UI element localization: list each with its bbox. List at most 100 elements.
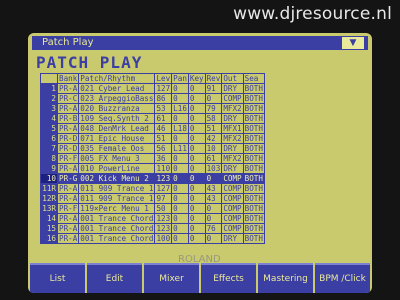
col-header-out: Out [221,73,244,84]
cell-patch: 001 Trance Chord [78,233,156,244]
table-row[interactable]: 5 PR-A 048 DenMrk Lead 46 L18 0 51 MFX1 BOTH [40,123,265,134]
table-row[interactable]: 15 PR-A 001 Trance Chord 123 0 0 76 COMP BOTH [40,223,265,234]
cell-key: 0 [187,223,206,234]
cell-pan: 0 [171,113,189,124]
cell-rev: 76 [204,223,223,234]
edit-button[interactable]: Edit [87,263,142,293]
table-row[interactable]: 13R PR-F 119×Perc Menu 1 50 0 0 0 COMP BOTH [40,203,265,214]
cell-rev: 0 [204,93,223,104]
cell-sea: BOTH [242,163,265,174]
table-row[interactable]: 14 PR-A 001 Trance Chord 123 0 0 0 COMP BOTH [40,213,265,224]
cell-bank: PR-A [56,183,80,194]
cell-rev: 91 [204,83,223,94]
cell-bank: PR-C [56,93,80,104]
function-button-bar: List Edit Mixer Effects Mastering BPM /C… [28,263,372,293]
cell-sea: BOTH [242,193,265,204]
cell-sea: BOTH [242,183,265,194]
cell-rev: 51 [204,123,223,134]
cell-key: 0 [187,143,206,154]
cell-key: 0 [187,173,206,184]
cell-pan: L18 [171,123,189,134]
cell-num: 4 [40,113,58,124]
window-titlebar: Patch Play ▼ [32,36,368,50]
cell-bank: PR-A [56,83,80,94]
cell-out: COMP [221,193,244,204]
cell-sea: BOTH [242,123,265,134]
cell-num: 6 [40,133,58,144]
col-header-lev: Lev [154,73,173,84]
col-header-num [40,73,58,84]
table-row[interactable]: 2 PR-C 023 ArpeggioBass 86 0 0 0 COMP BOTH [40,93,265,104]
table-row[interactable]: 1 PR-A 021 Cyber Lead 127 0 0 91 DRY BOTH [40,83,265,94]
cell-bank: PR-F [56,203,80,214]
cell-lev: 97 [154,193,173,204]
cell-bank: PR-D [56,133,80,144]
cell-key: 0 [187,233,206,244]
mixer-button[interactable]: Mixer [144,263,199,293]
table-row[interactable]: 12R PR-A 011 909 Trance 1 97 0 0 43 COMP BOTH [40,193,265,204]
cell-rev: 58 [204,113,223,124]
cell-pan: 0 [171,213,189,224]
table-row[interactable]: 8 PR-F 005 FX Menu 3 36 0 0 61 MFX2 BOTH [40,153,265,164]
cell-pan: 0 [171,163,189,174]
effects-button[interactable]: Effects [201,263,256,293]
cell-lev: 86 [154,93,173,104]
cell-bank: PR-A [56,213,80,224]
table-row[interactable]: 10 PR-G 002 Kick Menu 2 123 0 0 0 COMP BOTH [40,173,265,184]
col-header-sea: Sea [242,73,265,84]
table-row[interactable]: 7 PR-D 035 Female Oos 56 L11 0 10 DRY BOTH [40,143,265,154]
cell-sea: BOTH [242,143,265,154]
cell-pan: 0 [171,233,189,244]
cell-sea: BOTH [242,103,265,114]
cell-sea: BOTH [242,233,265,244]
cell-lev: 61 [154,113,173,124]
cell-key: 0 [187,163,206,174]
list-button[interactable]: List [30,263,85,293]
cell-num: 16 [40,233,58,244]
bpm-click-button[interactable]: BPM /Click [315,263,370,293]
cell-rev: 79 [204,103,223,114]
cell-bank: PR-A [56,193,80,204]
cell-out: COMP [221,223,244,234]
cell-sea: BOTH [242,153,265,164]
cell-rev: 0 [204,233,223,244]
chevron-down-icon[interactable]: ▼ [342,37,364,49]
cell-num: 2 [40,93,58,104]
cell-lev: 51 [154,133,173,144]
cell-sea: BOTH [242,213,265,224]
cell-key: 0 [187,83,206,94]
patch-table: Bank Patch/Rhythm Lev Pan Key Rev Out Se… [40,73,265,244]
table-row[interactable]: 3 PR-A 020 Buzzranza 53 L16 0 79 MFX2 BOTH [40,103,265,114]
table-row[interactable]: 11R PR-A 011 909 Trance 1 127 0 0 43 COMP BOTH [40,183,265,194]
cell-patch: 109 Seq.Synth 2 [78,113,156,124]
table-row[interactable]: 4 PR-B 109 Seq.Synth 2 61 0 0 58 DRY BOTH [40,113,265,124]
window-title: Patch Play [42,37,94,48]
cell-patch: 002 Kick Menu 2 [78,173,156,184]
mastering-button[interactable]: Mastering [258,263,313,293]
cell-out: DRY [221,233,244,244]
cell-patch: 023 ArpeggioBass [78,93,156,104]
table-row[interactable]: 9 PR-A 010 PowerLine 110 0 0 103 DRY BOTH [40,163,265,174]
cell-patch: 005 FX Menu 3 [78,153,156,164]
cell-bank: PR-G [56,173,80,184]
table-row[interactable]: 16 PR-A 001 Trance Chord 100 0 0 0 DRY BOTH [40,233,265,244]
cell-patch: 119×Perc Menu 1 [78,203,156,214]
table-row[interactable]: 6 PR-D 071 Epic House 51 0 0 42 MFX2 BOTH [40,133,265,144]
cell-pan: 0 [171,173,189,184]
col-header-key: Key [187,73,206,84]
cell-patch: 001 Trance Chord [78,213,156,224]
cell-rev: 0 [204,203,223,214]
cell-num: 10 [40,173,58,184]
cell-key: 0 [187,123,206,134]
cell-sea: BOTH [242,173,265,184]
cell-bank: PR-A [56,163,80,174]
cell-rev: 0 [204,173,223,184]
lcd-screen: Patch Play ▼ PATCH PLAY Bank Patch/Rhyth… [28,33,372,293]
cell-sea: BOTH [242,93,265,104]
cell-num: 14 [40,213,58,224]
cell-num: 8 [40,153,58,164]
cell-key: 0 [187,133,206,144]
col-header-pan: Pan [171,73,189,84]
cell-bank: PR-A [56,123,80,134]
cell-lev: 56 [154,143,173,154]
